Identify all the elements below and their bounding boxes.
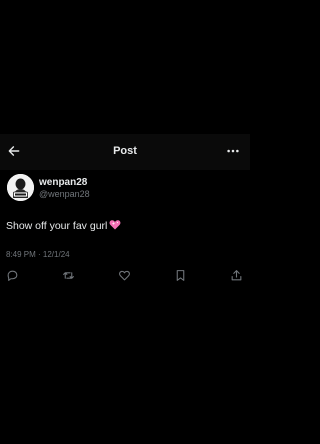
reply-button[interactable] [5,268,19,282]
post-header: Post [0,134,250,170]
share-icon [231,269,241,280]
retweet-button[interactable] [61,268,75,282]
bookmark-button[interactable] [173,268,187,282]
like-icon [118,270,130,280]
tweet-timestamp[interactable]: 8:49 PM · 12/1/24 [6,250,70,259]
share-button[interactable] [229,268,243,282]
avatar[interactable] [7,174,34,201]
page-title: Post [113,145,137,157]
more-horizontal-icon [227,149,239,153]
sparkling-heart-icon [109,219,121,233]
like-button[interactable] [117,268,131,282]
retweet-icon [62,271,74,279]
reply-icon [7,270,17,281]
tweet-text-content: Show off your fav gurl [6,220,108,232]
author-handle[interactable]: @wenpan28 [39,189,90,199]
author-display-name[interactable]: wenpan28 [39,177,87,188]
more-options-button[interactable] [224,142,242,160]
bookmark-icon [176,269,184,281]
avatar-image [7,174,34,201]
tweet-text: Show off your fav gurl [6,219,121,233]
tweet-actions [0,268,250,284]
